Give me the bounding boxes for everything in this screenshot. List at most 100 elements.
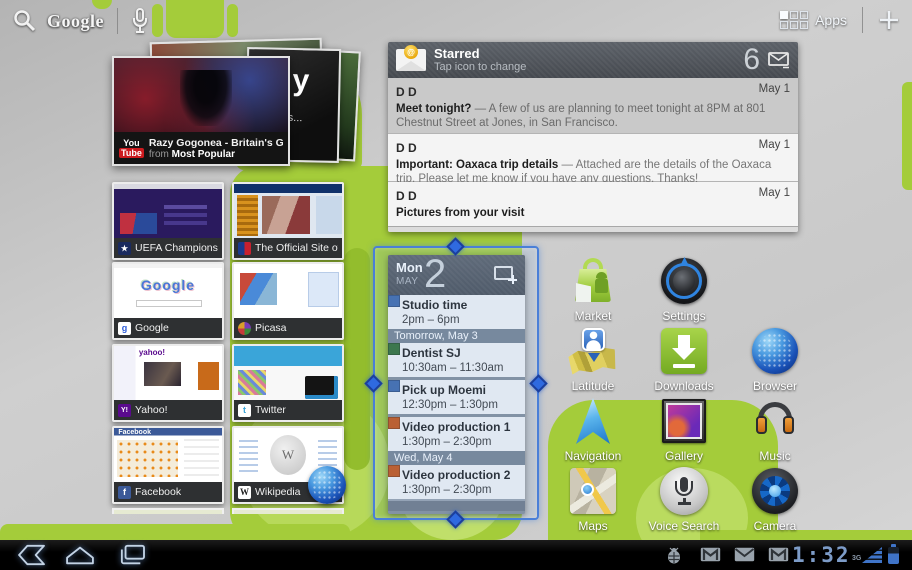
android-robot-decoration	[227, 4, 238, 37]
bookmark-label: UEFA Champions Le...	[135, 242, 218, 254]
calendar-header[interactable]: Mon MAY 2	[388, 255, 525, 295]
unread-count: 6	[743, 42, 760, 78]
favicon-uefa: ★	[118, 242, 131, 255]
calendar-widget: Mon MAY 2 Studio time 2pm – 6pm Tomorrow…	[388, 255, 525, 514]
bookmark-card-clipped	[112, 508, 224, 514]
favicon-wikipedia: W	[238, 486, 251, 499]
calendar-day-number: 2	[424, 255, 446, 297]
calendar-event[interactable]: Pick up Moemi 12:30pm – 1:30pm	[388, 380, 525, 414]
app-shortcut-browser[interactable]: Browser	[727, 326, 823, 393]
google-logo[interactable]: Google	[47, 11, 104, 32]
home-button[interactable]	[62, 543, 98, 570]
youtube-logo: You Tube	[119, 138, 144, 158]
bookmark-card-clipped	[232, 508, 344, 514]
status-clock[interactable]: 1:32	[792, 543, 851, 570]
bookmark-card[interactable]: Picasa	[232, 262, 344, 340]
app-shortcut-settings[interactable]: Settings	[636, 256, 732, 323]
topbar-right-controls: Apps	[780, 7, 900, 33]
bookmark-thumbnail	[234, 184, 342, 240]
bookmark-card[interactable]: Google g Google	[112, 262, 224, 340]
topbar-separator	[862, 7, 863, 33]
event-color-marker	[388, 295, 400, 307]
bookmark-label: Picasa	[255, 322, 287, 334]
microphone-icon[interactable]	[131, 7, 149, 35]
bookmark-thumbnail	[234, 346, 342, 402]
browser-globe-badge	[308, 466, 346, 504]
app-shortcut-market[interactable]: Market	[545, 256, 641, 323]
email-date: May 1	[759, 83, 790, 95]
bookmark-card[interactable]: yahoo! Y! Yahoo!	[112, 344, 224, 422]
email-subject: Important: Oaxaca trip details	[396, 159, 558, 171]
calendar-day-name: Mon	[396, 260, 423, 275]
search-icon[interactable]	[12, 8, 38, 34]
bookmark-thumbnail	[234, 264, 342, 320]
email-notification-icon[interactable]	[734, 547, 755, 567]
google-search-widget[interactable]: Google	[12, 7, 149, 35]
favicon-yahoo: Y!	[118, 404, 131, 417]
recent-apps-button[interactable]	[114, 543, 150, 570]
app-shortcut-latitude[interactable]: Latitude	[545, 326, 641, 393]
voice-search-icon	[659, 466, 709, 516]
calendar-event[interactable]: Video production 2 1:30pm – 2:30pm	[388, 465, 525, 499]
calendar-event[interactable]: Dentist SJ 10:30am – 11:30am	[388, 343, 525, 377]
apps-grid-icon	[780, 11, 808, 29]
apps-button-label: Apps	[815, 12, 847, 28]
favicon-picasa	[238, 322, 251, 335]
gmail-notification-icon[interactable]	[768, 547, 789, 567]
new-event-icon[interactable]	[494, 266, 513, 280]
back-button[interactable]	[14, 543, 50, 570]
app-shortcut-camera[interactable]: Camera	[727, 466, 823, 533]
add-widget-icon[interactable]	[878, 9, 900, 31]
youtube-widget-card[interactable]: You Tube Razy Gogonea - Britain's Got T.…	[112, 56, 290, 166]
gmail-starred-icon[interactable]: @	[396, 49, 426, 71]
app-shortcut-voice-search[interactable]: Voice Search	[636, 466, 732, 533]
bookmark-thumbnail: Google	[114, 264, 222, 320]
bookmark-card[interactable]: The Official Site of ...	[232, 182, 344, 260]
android-robot-decoration	[166, 0, 224, 38]
youtube-video-title: Razy Gogonea - Britain's Got T...	[149, 137, 283, 149]
bookmark-card[interactable]: Facebook f Facebook	[112, 426, 224, 504]
calendar-event[interactable]: Studio time 2pm – 6pm	[388, 295, 525, 329]
maps-icon	[568, 466, 618, 516]
youtube-caption: You Tube Razy Gogonea - Britain's Got T.…	[114, 132, 288, 164]
app-shortcut-music[interactable]: Music	[727, 396, 823, 463]
settings-icon	[659, 256, 709, 306]
email-label-title: Starred	[434, 47, 526, 61]
event-color-marker	[388, 417, 400, 429]
network-type-label: 3G	[852, 555, 861, 570]
calendar-event[interactable]: Video production 1 1:30pm – 2:30pm	[388, 417, 525, 451]
email-widget-header[interactable]: @ Starred Tap icon to change 6	[388, 42, 798, 78]
bookmark-card[interactable]: t Twitter	[232, 344, 344, 422]
app-shortcut-navigation[interactable]: Navigation	[545, 396, 641, 463]
favicon-google: g	[118, 322, 131, 335]
event-color-marker	[388, 343, 400, 355]
email-sender: D D	[396, 189, 417, 203]
app-shortcut-gallery[interactable]: Gallery	[636, 396, 732, 463]
battery-icon	[888, 547, 899, 564]
app-shortcut-maps[interactable]: Maps	[545, 466, 641, 533]
apps-button[interactable]: Apps	[780, 11, 847, 29]
topbar-separator	[117, 8, 118, 34]
downloads-icon	[659, 326, 709, 376]
email-message-row[interactable]: D D May 1 Important: Oaxaca trip details…	[388, 134, 798, 182]
email-date: May 1	[759, 187, 790, 199]
bookmark-card[interactable]: ★ UEFA Champions Le...	[112, 182, 224, 260]
email-label-subtitle: Tap icon to change	[434, 61, 526, 74]
bookmark-label: Wikipedia	[255, 486, 301, 498]
calendar-month: MAY	[396, 276, 418, 287]
email-sender: D D	[396, 85, 417, 99]
email-message-row[interactable]: D D May 1 Meet tonight? — A few of us ar…	[388, 78, 798, 134]
usb-debugging-icon[interactable]	[664, 547, 684, 569]
calendar-day-divider: Tomorrow, May 3	[388, 329, 525, 343]
email-message-row[interactable]: D D May 1 Pictures from your visit	[388, 182, 798, 226]
favicon-twitter: t	[238, 404, 251, 417]
email-widget: @ Starred Tap icon to change 6 D D May 1…	[388, 42, 798, 232]
system-bar: 1:32 3G	[0, 540, 912, 570]
android-home-screen: Google Apps p... y s...	[0, 0, 912, 570]
android-robot-decoration	[0, 524, 350, 540]
market-icon	[568, 256, 618, 306]
gmail-notification-icon[interactable]	[700, 547, 721, 567]
email-sender: D D	[396, 141, 417, 155]
app-shortcut-downloads[interactable]: Downloads	[636, 326, 732, 393]
calendar-day-divider: Wed, May 4	[388, 451, 525, 465]
